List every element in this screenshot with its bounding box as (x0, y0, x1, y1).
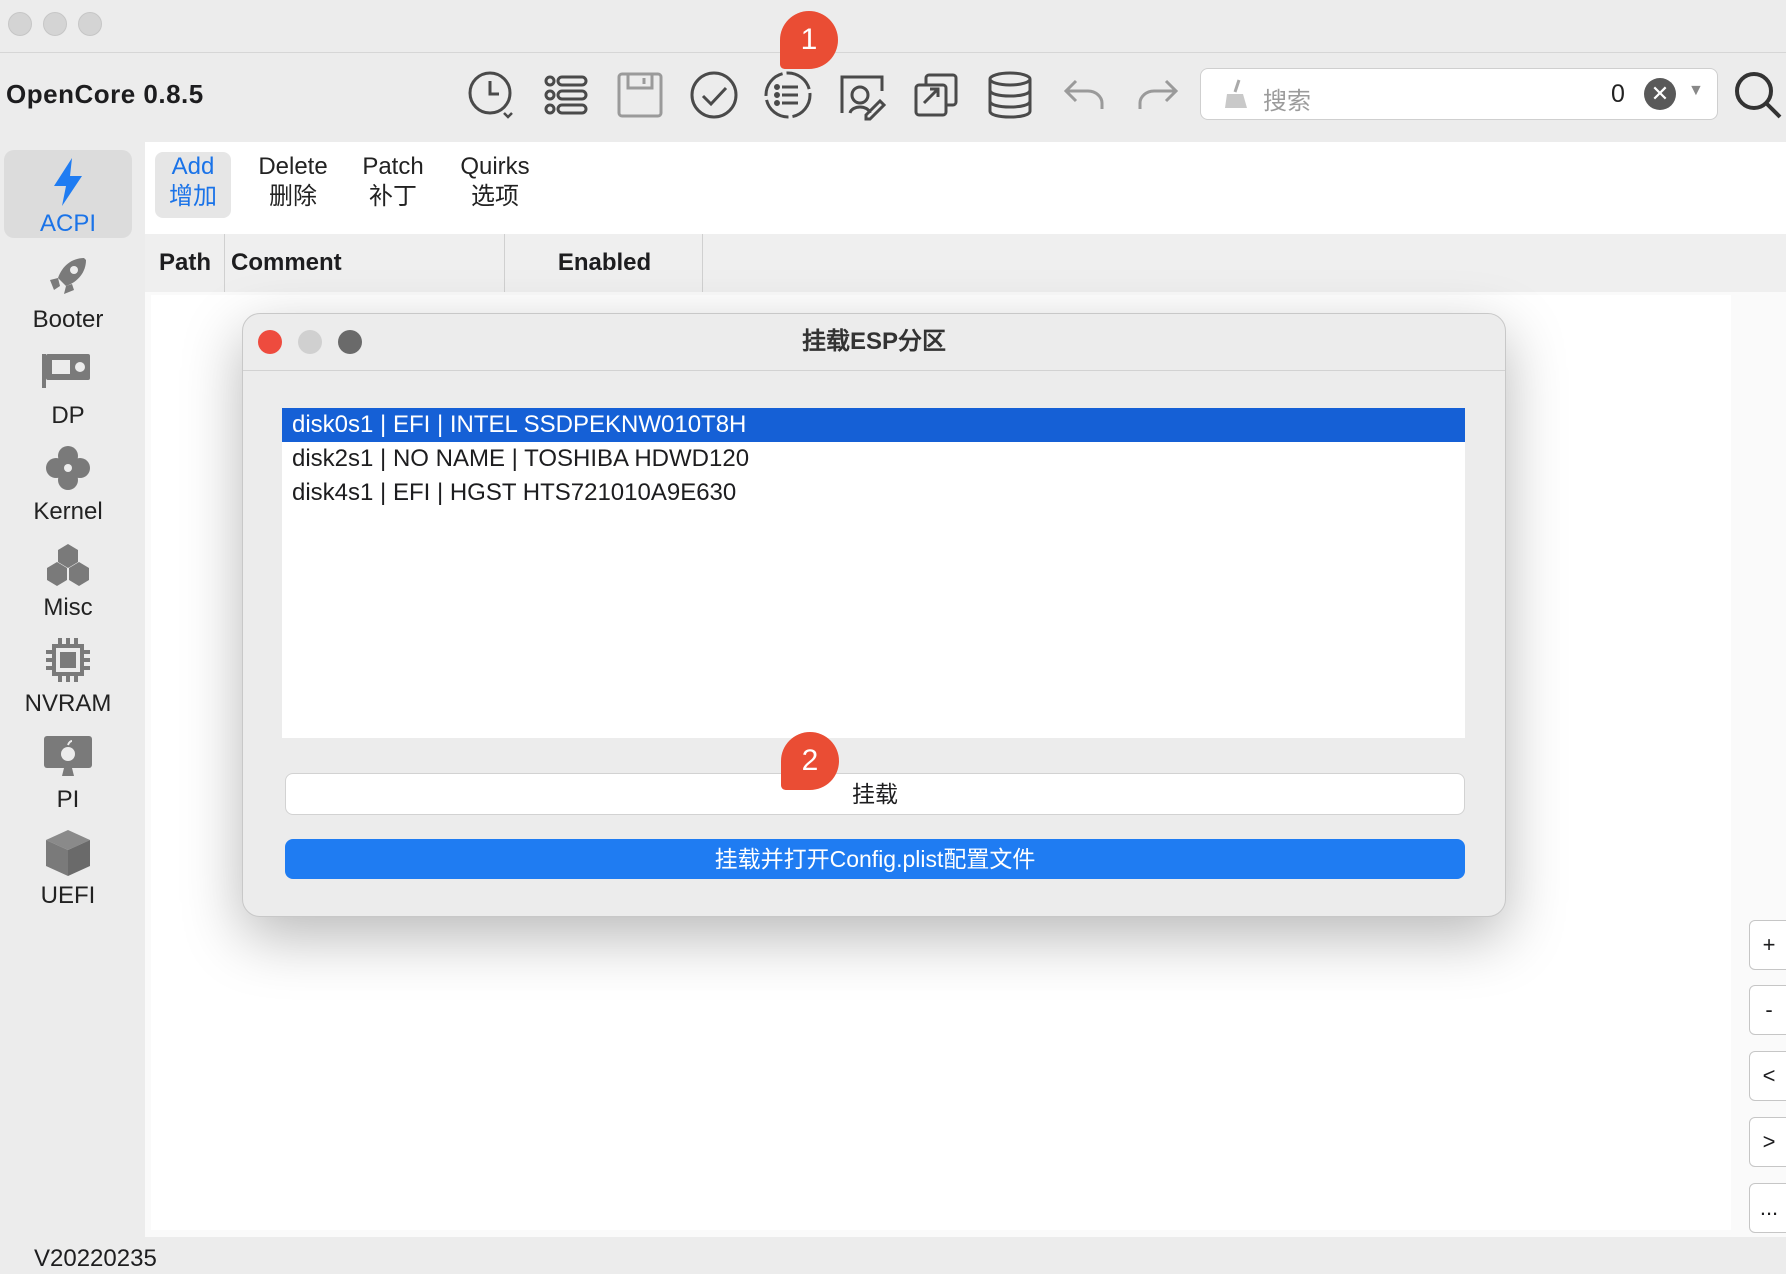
minimize-window-button[interactable] (43, 12, 67, 36)
sidebar-item-misc[interactable]: Misc (4, 534, 132, 622)
list-item[interactable]: disk0s1 | EFI | INTEL SSDPEKNW010T8H (282, 408, 1465, 442)
clear-search-icon[interactable]: ✕ (1644, 78, 1676, 110)
column-comment[interactable]: Comment (227, 234, 505, 292)
search-field[interactable]: 搜索 0 ✕ ▼ (1200, 68, 1718, 120)
chip-icon (4, 636, 132, 690)
column-path[interactable]: Path (155, 234, 225, 292)
bolt-icon (4, 156, 132, 210)
apple-monitor-icon (4, 732, 132, 786)
dialog-zoom-button[interactable] (338, 330, 362, 354)
list-item[interactable]: disk4s1 | EFI | HGST HTS721010A9E630 (282, 476, 1465, 510)
status-bar: V20220235 (0, 1237, 1786, 1274)
sidebar-item-label: PI (56, 786, 80, 813)
dialog-minimize-button[interactable] (298, 330, 322, 354)
sidebar-item-label: NVRAM (24, 690, 112, 717)
table-header: Path Comment Enabled (145, 234, 1786, 292)
tab-label-zh: 增加 (169, 183, 217, 210)
sidebar-item-pi[interactable]: PI (4, 726, 132, 814)
more-button[interactable]: ... (1749, 1183, 1786, 1233)
sidebar-item-label: ACPI (39, 210, 96, 237)
sidebar-item-label: DP (51, 402, 85, 429)
search-result-count: 0 (1611, 80, 1625, 108)
sidebar-item-label: Booter (32, 306, 104, 333)
dialog-title: 挂载ESP分区 (243, 314, 1505, 371)
box-icon (4, 828, 132, 882)
sidebar-item-uefi[interactable]: UEFI (4, 822, 132, 910)
tab-label-en: Quirks (460, 153, 530, 180)
sidebar-item-dp[interactable]: DP (4, 342, 132, 430)
search-placeholder: 搜索 (1263, 88, 1311, 115)
save-icon[interactable] (612, 67, 668, 123)
mount-esp-dialog: 挂载ESP分区 disk0s1 | EFI | INTEL SSDPEKNW01… (242, 313, 1506, 917)
tab-quirks[interactable]: Quirks 选项 (453, 152, 537, 218)
sidebar-item-label: UEFI (40, 882, 96, 909)
sidebar-item-kernel[interactable]: Kernel (4, 438, 132, 526)
window-titlebar (0, 0, 1786, 53)
tab-label-zh: 选项 (471, 183, 519, 210)
sidebar: ACPI Booter DP Kernel Misc NVRAM PI UEFI (0, 142, 145, 1237)
add-row-button[interactable]: + (1749, 920, 1786, 970)
previous-button[interactable]: < (1749, 1051, 1786, 1101)
sidebar-item-acpi[interactable]: ACPI (4, 150, 132, 238)
version-label: V20220235 (34, 1245, 157, 1272)
tab-add[interactable]: Add 增加 (155, 152, 231, 218)
cubes-icon (4, 540, 132, 594)
broom-icon (1221, 78, 1251, 115)
mount-and-open-config-button[interactable]: 挂载并打开Config.plist配置文件 (285, 839, 1465, 879)
list-icon[interactable] (538, 67, 594, 123)
list-item[interactable]: disk2s1 | NO NAME | TOSHIBA HDWD120 (282, 442, 1465, 476)
share-icon[interactable] (908, 67, 964, 123)
remove-row-button[interactable]: - (1749, 985, 1786, 1035)
close-window-button[interactable] (8, 12, 32, 36)
database-icon[interactable] (982, 67, 1038, 123)
dialog-close-button[interactable] (258, 330, 282, 354)
tab-label-en: Patch (362, 153, 424, 180)
toolbar: OpenCore 0.8.5 1 搜索 0 ✕ ▼ (0, 11, 1786, 141)
next-button[interactable]: > (1749, 1117, 1786, 1167)
rocket-icon (4, 252, 132, 306)
tab-label-zh: 删除 (269, 183, 317, 210)
tab-label-en: Add (171, 153, 215, 180)
list-circle-icon[interactable] (760, 67, 816, 123)
app-title: OpenCore 0.8.5 (6, 79, 204, 109)
tab-delete[interactable]: Delete 删除 (251, 152, 335, 218)
tab-bar: Add 增加 Delete 删除 Patch 补丁 Quirks 选项 (145, 142, 1786, 234)
sidebar-item-label: Misc (43, 594, 93, 621)
sidebar-item-booter[interactable]: Booter (4, 246, 132, 334)
history-icon[interactable] (464, 67, 520, 123)
tab-label-en: Delete (258, 153, 328, 180)
check-icon[interactable] (686, 67, 742, 123)
magnifier-icon[interactable] (1730, 67, 1786, 123)
sidebar-item-nvram[interactable]: NVRAM (4, 630, 132, 718)
step-badge-1: 1 (780, 11, 838, 69)
mount-esp-icon[interactable] (834, 67, 890, 123)
mount-button[interactable]: 挂载 (285, 773, 1465, 815)
zoom-window-button[interactable] (78, 12, 102, 36)
search-dropdown-icon[interactable]: ▼ (1688, 82, 1704, 100)
gpu-icon (4, 348, 132, 402)
tab-patch[interactable]: Patch 补丁 (353, 152, 433, 218)
step-badge-2: 2 (781, 732, 839, 790)
tab-label-zh: 补丁 (369, 183, 417, 210)
kernel-icon (4, 444, 132, 498)
sidebar-item-label: Kernel (33, 498, 103, 525)
redo-icon[interactable] (1130, 67, 1186, 123)
undo-icon[interactable] (1056, 67, 1112, 123)
partition-list[interactable]: disk0s1 | EFI | INTEL SSDPEKNW010T8H dis… (282, 408, 1465, 738)
column-enabled[interactable]: Enabled (507, 234, 703, 292)
